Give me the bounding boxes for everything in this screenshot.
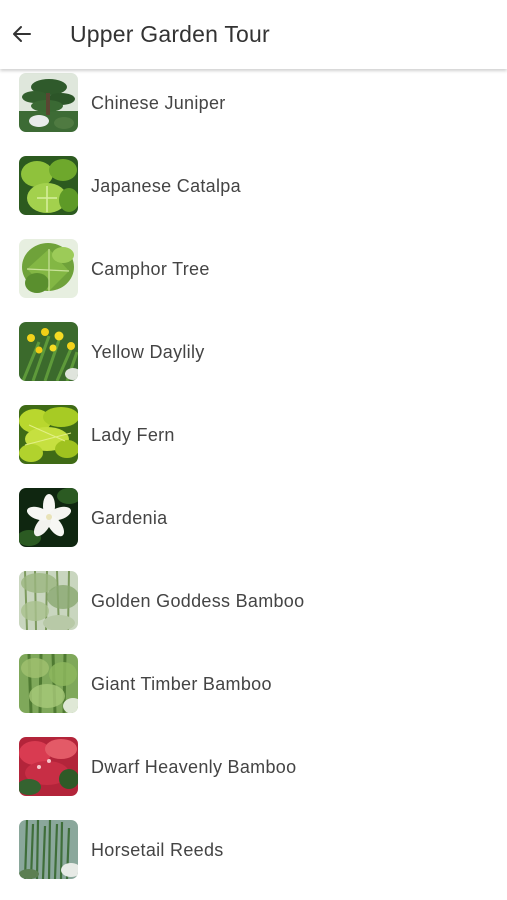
back-button[interactable] bbox=[4, 14, 40, 54]
plant-thumbnail bbox=[19, 239, 78, 298]
plant-thumbnail bbox=[19, 405, 78, 464]
plant-name: Yellow Daylily bbox=[91, 342, 205, 362]
plant-photo bbox=[19, 156, 78, 215]
plant-name: Gardenia bbox=[91, 508, 168, 528]
plant-thumbnail bbox=[19, 488, 78, 547]
list-item[interactable]: Horsetail Reeds bbox=[0, 809, 507, 892]
plant-list: Chinese Juniper Japanese Catalpa Camphor… bbox=[0, 62, 507, 900]
list-item[interactable]: Golden Goddess Bamboo bbox=[0, 560, 507, 643]
plant-thumbnail bbox=[19, 654, 78, 713]
plant-thumbnail bbox=[19, 322, 78, 381]
plant-thumbnail bbox=[19, 571, 78, 630]
plant-name: Dwarf Heavenly Bamboo bbox=[91, 757, 297, 777]
plant-photo bbox=[19, 405, 78, 464]
plant-photo bbox=[19, 571, 78, 630]
list-item[interactable]: Lady Fern bbox=[0, 394, 507, 477]
plant-photo bbox=[19, 737, 78, 796]
plant-thumbnail bbox=[19, 737, 78, 796]
plant-photo bbox=[19, 488, 78, 547]
plant-photo bbox=[19, 73, 78, 132]
plant-photo bbox=[19, 239, 78, 298]
list-item[interactable]: Dwarf Heavenly Bamboo bbox=[0, 726, 507, 809]
plant-photo bbox=[19, 820, 78, 879]
list-item[interactable]: Gardenia bbox=[0, 477, 507, 560]
list-item[interactable]: Giant Timber Bamboo bbox=[0, 643, 507, 726]
arrow-left-icon bbox=[13, 26, 31, 42]
list-item[interactable]: Camphor Tree bbox=[0, 228, 507, 311]
plant-name: Camphor Tree bbox=[91, 259, 210, 279]
plant-thumbnail bbox=[19, 73, 78, 132]
plant-photo bbox=[19, 322, 78, 381]
plant-name: Chinese Juniper bbox=[91, 93, 226, 113]
plant-thumbnail bbox=[19, 820, 78, 879]
page-title: Upper Garden Tour bbox=[70, 21, 270, 47]
plant-photo bbox=[19, 654, 78, 713]
list-item[interactable]: Chinese Juniper bbox=[0, 62, 507, 145]
plant-name: Golden Goddess Bamboo bbox=[91, 591, 305, 611]
plant-name: Lady Fern bbox=[91, 425, 175, 445]
list-item[interactable]: Japanese Catalpa bbox=[0, 145, 507, 228]
plant-name: Japanese Catalpa bbox=[91, 176, 241, 196]
plant-thumbnail bbox=[19, 156, 78, 215]
plant-name: Giant Timber Bamboo bbox=[91, 674, 272, 694]
plant-name: Horsetail Reeds bbox=[91, 840, 224, 860]
app-bar: Upper Garden Tour bbox=[0, 0, 507, 69]
list-item[interactable]: Yellow Daylily bbox=[0, 311, 507, 394]
